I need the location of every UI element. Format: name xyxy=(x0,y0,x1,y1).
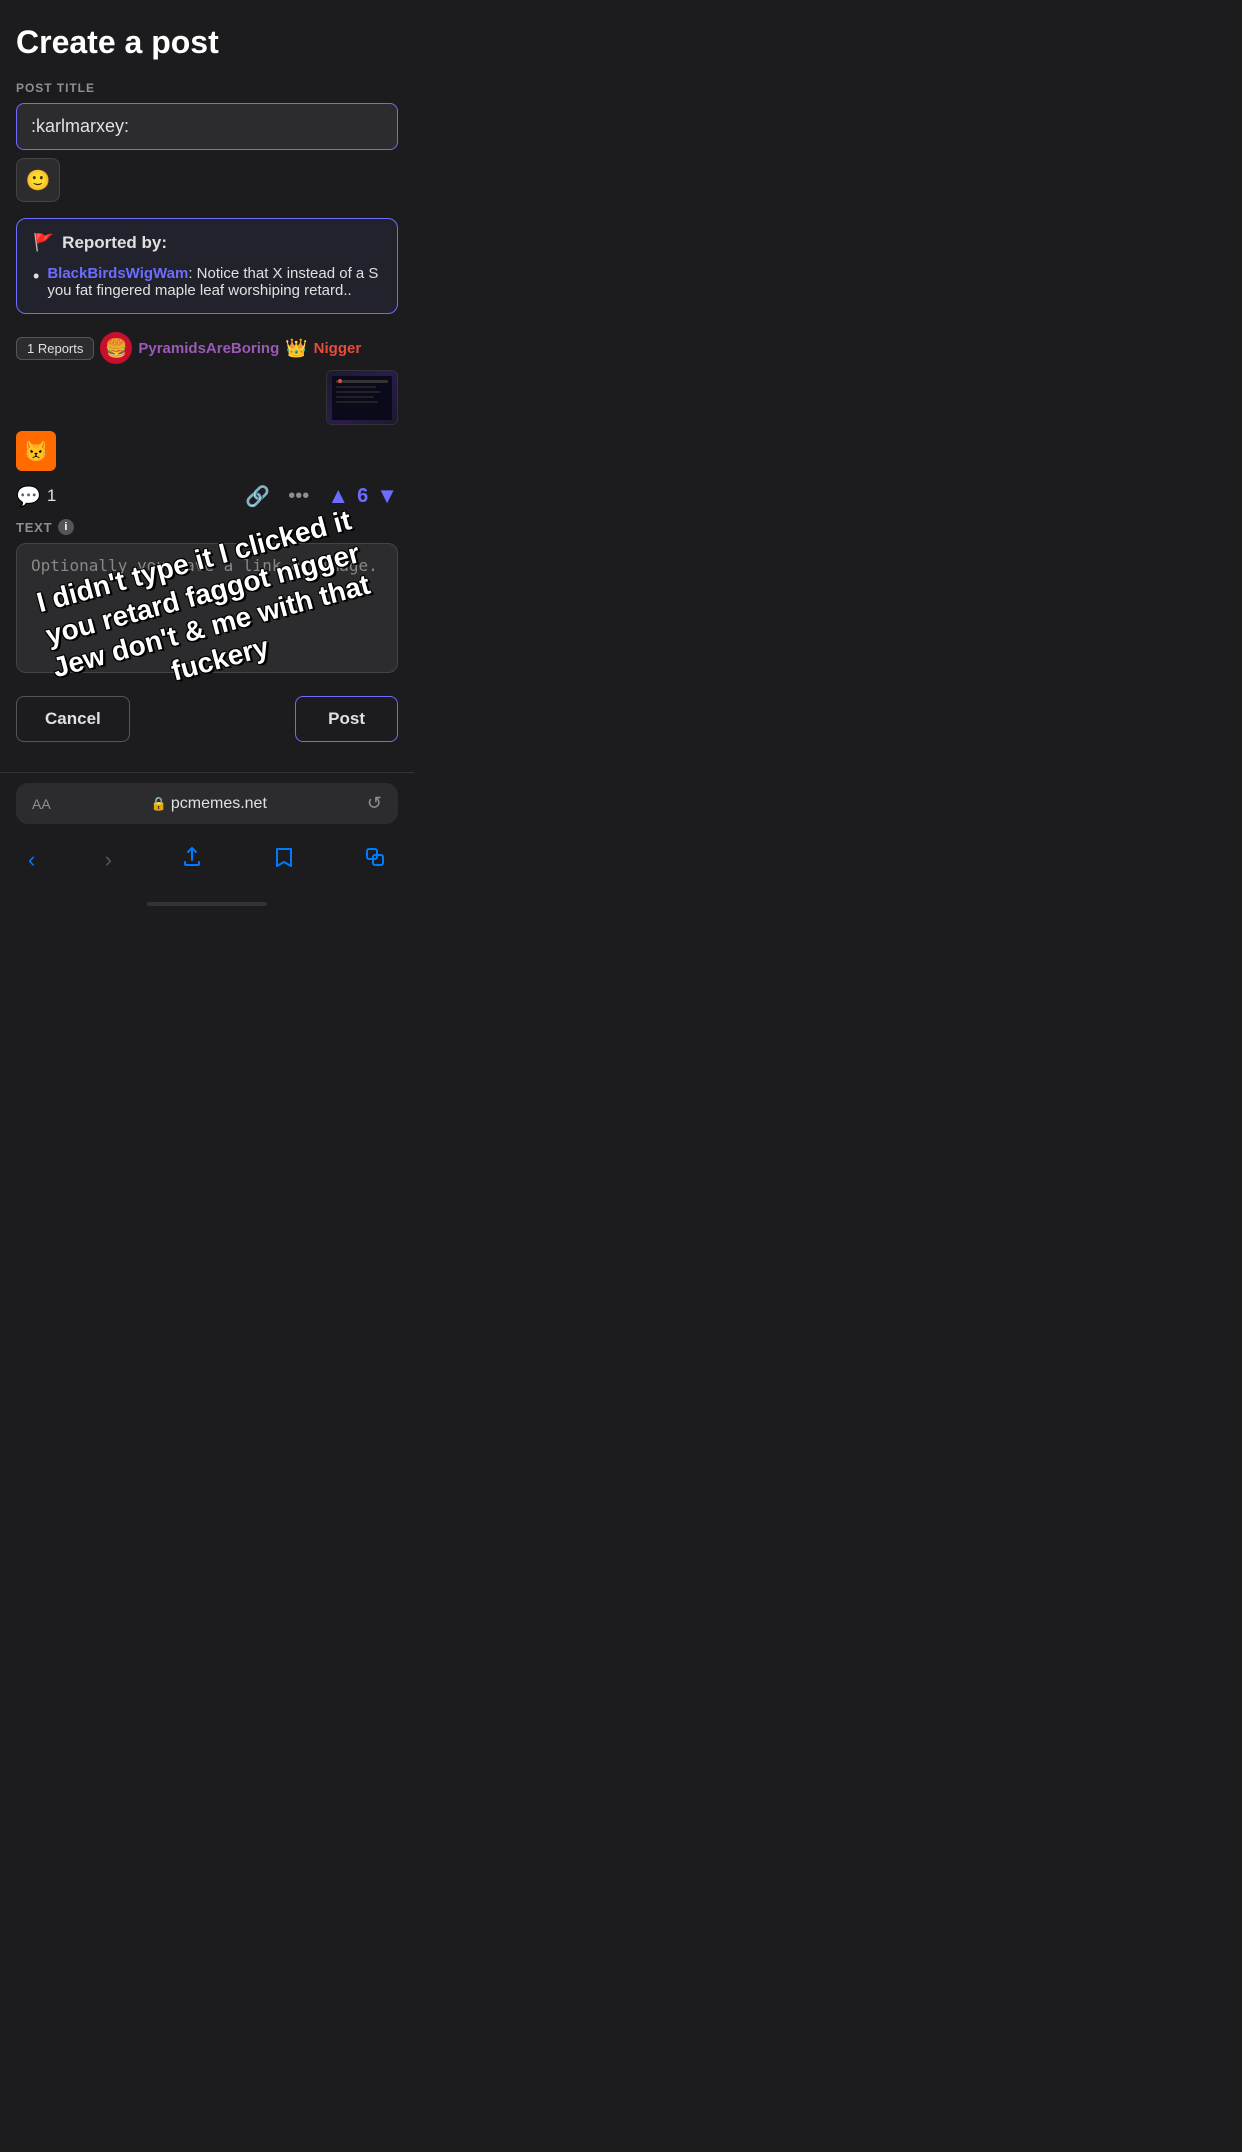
downvote-button[interactable]: ▼ xyxy=(376,483,398,509)
vote-count: 6 xyxy=(357,485,368,508)
comment-icon: 💬 xyxy=(16,484,41,509)
flag-icon: 🚩 xyxy=(33,233,54,253)
comment-section: 💬 1 xyxy=(16,484,56,509)
reports-badge[interactable]: 1 Reports xyxy=(16,337,94,360)
vote-section: ▲ 6 ▼ xyxy=(327,483,398,509)
post-title-label: POST TITLE xyxy=(16,81,398,95)
cancel-button[interactable]: Cancel xyxy=(16,696,130,742)
home-indicator xyxy=(147,902,267,906)
nav-bar: ‹ › xyxy=(0,834,414,898)
username-main[interactable]: PyramidsAreBoring xyxy=(138,340,279,357)
user-avatar-burger: 🍔 xyxy=(100,332,132,364)
thumbnail-image xyxy=(327,371,397,424)
reporter-name[interactable]: BlackBirdsWigWam xyxy=(47,265,188,282)
action-icons: 🔗 ••• ▲ 6 ▼ xyxy=(245,483,398,509)
info-icon: i xyxy=(58,519,74,535)
bottom-buttons: Cancel Post xyxy=(16,696,398,752)
bullet: • xyxy=(33,265,39,288)
reported-by-box: 🚩 Reported by: • BlackBirdsWigWam: Notic… xyxy=(16,218,398,314)
text-section: TEXT i Optionally you have a link or ima… xyxy=(16,519,398,678)
back-button[interactable]: ‹ xyxy=(20,843,43,877)
url-bar[interactable]: AA 🔒 pcmemes.net ↺ xyxy=(16,783,398,824)
browser-bar: AA 🔒 pcmemes.net ↺ xyxy=(0,772,414,834)
url-text: 🔒 pcmemes.net xyxy=(59,795,359,813)
post-button[interactable]: Post xyxy=(295,696,398,742)
text-input[interactable]: Optionally you have a link or image. xyxy=(16,543,398,673)
forward-button[interactable]: › xyxy=(97,843,120,877)
text-area-wrapper: Optionally you have a link or image. I d… xyxy=(16,543,398,678)
post-thumbnail[interactable] xyxy=(326,370,398,425)
tabs-button[interactable] xyxy=(356,842,394,878)
bookmarks-button[interactable] xyxy=(265,842,303,878)
emoji-button[interactable]: 🙂 xyxy=(16,158,60,202)
more-icon[interactable]: ••• xyxy=(288,485,309,508)
post-title-input[interactable] xyxy=(16,103,398,150)
refresh-icon[interactable]: ↺ xyxy=(367,793,382,814)
comment-count: 1 xyxy=(47,486,56,506)
scratch-avatar: 😾 xyxy=(16,431,56,471)
link-icon[interactable]: 🔗 xyxy=(245,484,270,509)
reported-by-header: 🚩 Reported by: xyxy=(33,233,381,253)
share-button[interactable] xyxy=(173,842,211,878)
aa-text[interactable]: AA xyxy=(32,796,51,812)
upvote-button[interactable]: ▲ xyxy=(327,483,349,509)
scratch-avatar-row: 😾 xyxy=(16,431,398,471)
reported-item: • BlackBirdsWigWam: Notice that X instea… xyxy=(33,265,381,299)
text-label: TEXT i xyxy=(16,519,398,535)
username-red[interactable]: Nigger xyxy=(314,340,362,357)
post-row: 1 Reports 🍔 PyramidsAreBoring 👑 Nigger xyxy=(16,332,398,425)
page-title: Create a post xyxy=(16,24,398,61)
actions-row: 💬 1 🔗 ••• ▲ 6 ▼ xyxy=(16,483,398,509)
crown-icon: 👑 xyxy=(285,338,307,359)
lock-icon: 🔒 xyxy=(151,796,167,812)
